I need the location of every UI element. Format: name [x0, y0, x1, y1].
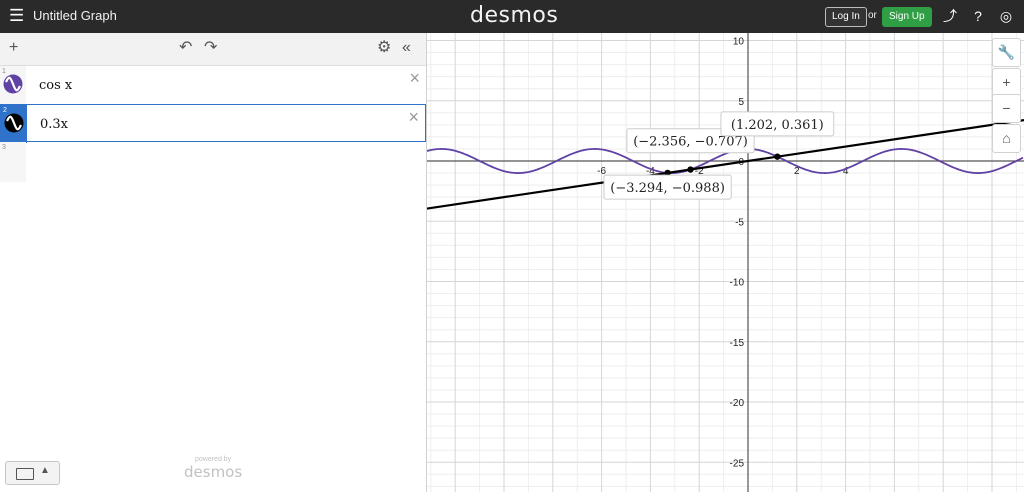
powered-by: powered by desmos — [184, 456, 242, 481]
desmos-logo: desmos — [470, 3, 559, 28]
y-tick-label: 5 — [738, 97, 744, 108]
help-icon[interactable]: ? — [970, 8, 986, 24]
expression-row-3[interactable]: 3 — [0, 142, 26, 182]
expression-number: 2 — [3, 107, 7, 114]
home-icon[interactable]: ⌂ — [992, 124, 1021, 153]
globe-icon[interactable]: ◎ — [998, 8, 1014, 24]
point-label: (−2.356, −0.707) — [633, 135, 748, 150]
redo-icon[interactable]: ↷ — [204, 40, 217, 56]
caret-up-icon: ▲ — [40, 465, 50, 476]
expression-toolbar: + ↶ ↷ ⚙ « — [0, 33, 426, 66]
point-label: (1.202, 0.361) — [731, 118, 824, 133]
powered-by-logo: desmos — [184, 463, 243, 481]
graph-style-icon[interactable] — [4, 113, 24, 133]
intersection-point[interactable] — [687, 166, 694, 173]
wrench-icon[interactable]: 🔧 — [992, 38, 1021, 67]
intersection-point[interactable] — [774, 153, 781, 160]
y-tick-label: 10 — [733, 37, 745, 48]
add-icon[interactable]: + — [9, 40, 18, 56]
undo-icon[interactable]: ↶ — [179, 40, 192, 56]
delete-icon[interactable]: × — [408, 107, 419, 128]
menu-icon[interactable]: ☰ — [9, 7, 25, 24]
or-text: or — [868, 10, 877, 21]
graph-paper[interactable]: -6-4-2241050-5-10-15-20-25(−2.356, −0.70… — [427, 33, 1024, 492]
zoom-in-icon[interactable]: + — [992, 68, 1021, 97]
settings-icon[interactable]: ⚙ — [377, 40, 391, 56]
expression-number: 1 — [2, 68, 6, 75]
share-icon[interactable]: ⤴ — [942, 8, 958, 24]
login-button[interactable]: Log In — [825, 7, 867, 27]
delete-icon[interactable]: × — [409, 68, 420, 89]
signup-button[interactable]: Sign Up — [882, 7, 932, 27]
expression-row-2[interactable]: 2 0.3x × — [0, 104, 426, 143]
graph-canvas[interactable]: -6-4-2241050-5-10-15-20-25(−2.356, −0.70… — [427, 33, 1024, 492]
graph-title[interactable]: Untitled Graph — [33, 8, 117, 23]
expression-number: 3 — [2, 144, 6, 151]
y-tick-label: -15 — [730, 338, 745, 349]
keyboard-button[interactable]: ▲ — [5, 461, 60, 485]
expression-row-1[interactable]: 1 cos x × — [0, 66, 426, 105]
keyboard-icon — [16, 468, 34, 480]
y-tick-label: -20 — [730, 398, 745, 409]
expression-latex[interactable]: cos x — [39, 78, 72, 93]
expression-panel: + ↶ ↷ ⚙ « 1 cos x × 2 0.3x × 3 ▲ powered… — [0, 33, 427, 492]
point-label: (−3.294, −0.988) — [610, 181, 725, 196]
y-tick-label: -25 — [730, 458, 745, 469]
graph-style-icon[interactable] — [3, 74, 23, 94]
y-tick-label: -5 — [735, 217, 744, 228]
zoom-out-icon[interactable]: − — [992, 94, 1021, 123]
y-tick-label: -10 — [730, 278, 745, 289]
collapse-icon[interactable]: « — [402, 40, 411, 56]
expression-latex[interactable]: 0.3x — [40, 117, 68, 132]
top-bar: ☰ Untitled Graph desmos Log In or Sign U… — [0, 0, 1024, 33]
powered-by-label: powered by — [194, 456, 232, 463]
